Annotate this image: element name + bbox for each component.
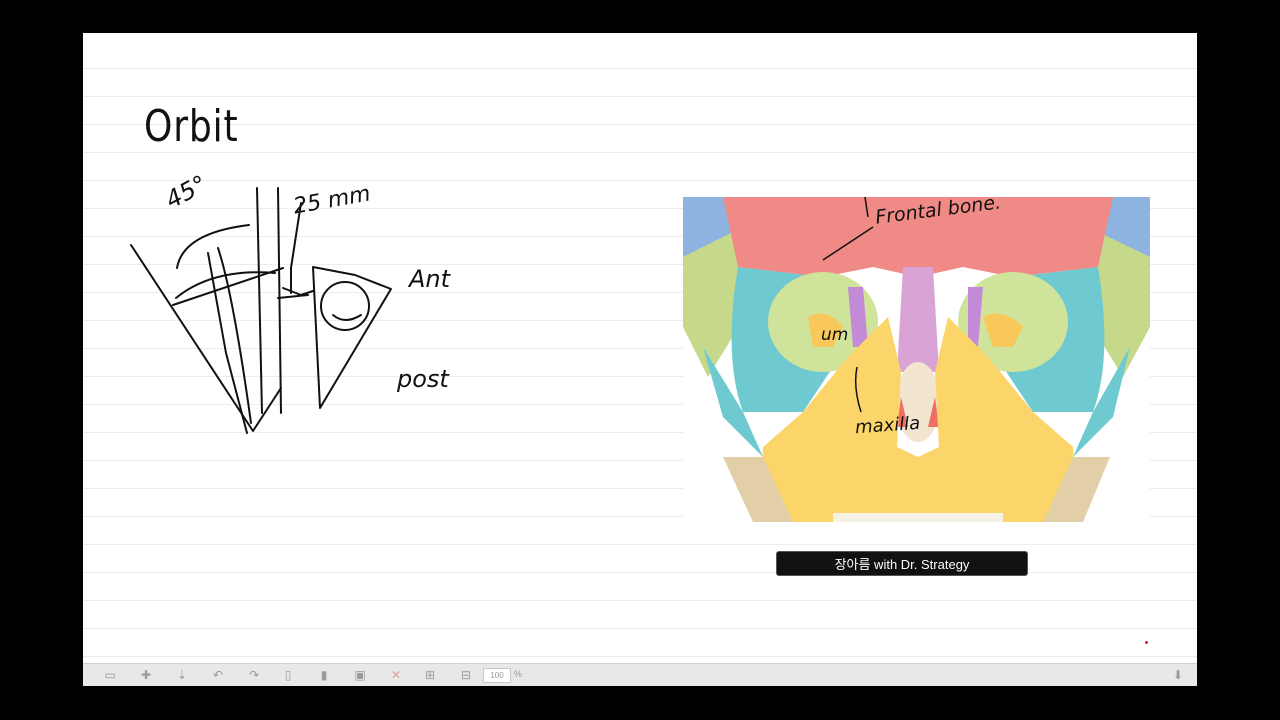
page-title: Orbit [144,101,239,152]
undo-icon[interactable]: ↶ [211,668,225,682]
delete-icon[interactable]: ✕ [389,668,403,682]
anterior-label: Ant [409,265,451,293]
orbit-sketch [130,187,392,434]
posterior-label: post [397,365,449,393]
skull-annotation-lines [822,197,874,413]
grid-a-icon[interactable]: ⊞ [423,668,437,682]
fit-icon[interactable]: ▣ [353,668,367,682]
redo-icon[interactable]: ↷ [247,668,261,682]
screen-icon[interactable]: ▭ [103,668,117,682]
sketch-angle-arc [176,224,250,269]
pen-cursor-dot [1145,641,1148,644]
slide-canvas: Orbit 45° 25 mm Ant post Frontal bone. m… [83,33,1197,663]
grid-b-icon[interactable]: ⊟ [459,668,473,682]
download-icon[interactable]: ⇣ [175,668,189,682]
expand-icon[interactable]: ⬇ [1171,668,1185,682]
zoom-unit-label: % [514,669,523,679]
copy-page-icon[interactable]: ▮ [317,668,331,682]
page-icon[interactable]: ▯ [281,668,295,682]
bottom-toolbar: ▭ ✚ ⇣ ↶ ↷ ▯ ▮ ▣ ✕ ⊞ ⊟ 100 % ⬇ [83,663,1197,686]
skull-illustration: Frontal bone. maxilla um [683,191,1150,522]
sketch-triangle [312,266,392,409]
watermark-caption: 장아름 with Dr. Strategy [777,552,1027,575]
sketch-globe [320,281,370,331]
cursor-add-icon[interactable]: ✚ [139,668,153,682]
zoom-input[interactable]: 100 [483,668,511,683]
